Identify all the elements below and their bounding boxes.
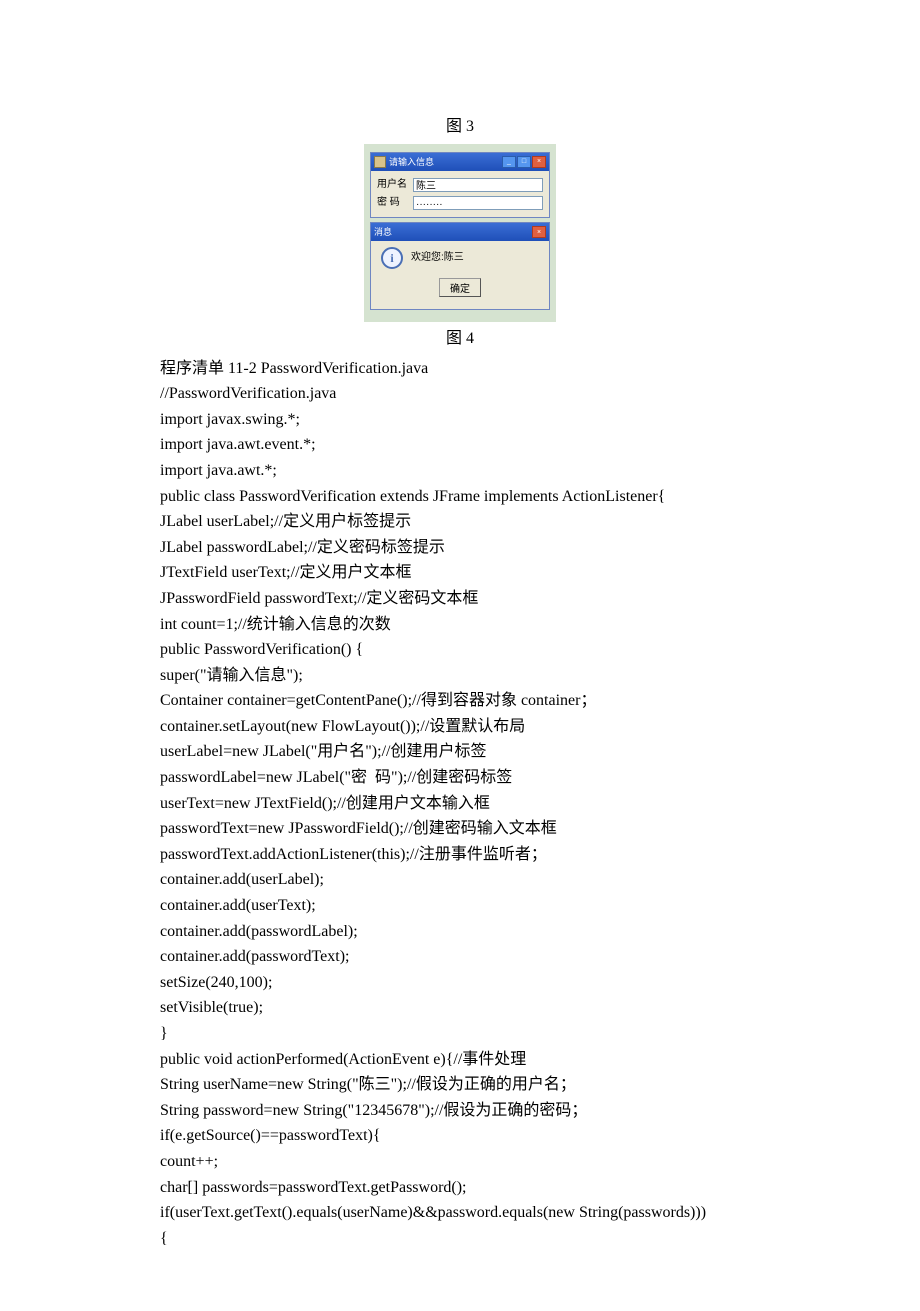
ok-button[interactable]: 确定 <box>439 278 481 297</box>
info-icon: i <box>381 247 403 269</box>
java-app-icon <box>374 156 386 168</box>
input-window: 请输入信息 _ □ × 用户名 陈三 密 码 ········ <box>370 152 550 218</box>
message-dialog-title: 消息 <box>374 225 392 239</box>
input-window-titlebar: 请输入信息 _ □ × <box>371 153 549 171</box>
username-field[interactable]: 陈三 <box>413 178 543 192</box>
maximize-button[interactable]: □ <box>517 156 531 168</box>
message-dialog-titlebar: 消息 × <box>371 223 549 241</box>
minimize-button[interactable]: _ <box>502 156 516 168</box>
welcome-message: 欢迎您:陈三 <box>411 250 464 266</box>
dialog-close-button[interactable]: × <box>532 226 546 238</box>
figure-3-caption: 图 3 <box>160 114 760 140</box>
password-label: 密 码 <box>377 195 409 211</box>
figure-4-caption: 图 4 <box>160 326 760 352</box>
input-window-title: 请输入信息 <box>389 155 434 169</box>
figure-4-image: 请输入信息 _ □ × 用户名 陈三 密 码 ········ <box>160 144 760 322</box>
password-field[interactable]: ········ <box>413 196 543 210</box>
code-listing: //PasswordVerification.java import javax… <box>160 381 760 1251</box>
listing-title: 程序清单 11-2 PasswordVerification.java <box>160 356 760 382</box>
username-label: 用户名 <box>377 177 409 193</box>
message-dialog: 消息 × i 欢迎您:陈三 确定 <box>370 222 550 310</box>
close-button[interactable]: × <box>532 156 546 168</box>
